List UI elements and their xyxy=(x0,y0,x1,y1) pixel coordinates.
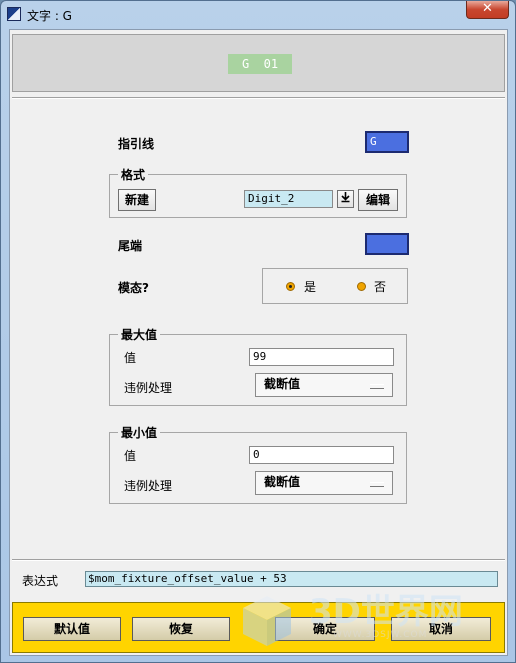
min-violation-value: 截断值 xyxy=(264,475,301,489)
divider xyxy=(12,559,505,561)
button-bar: 默认值 恢复 确定 取消 xyxy=(12,602,505,653)
max-violation-dropdown[interactable]: 截断值 xyxy=(255,373,393,397)
title-bar[interactable]: 文字 : G ✕ xyxy=(1,1,515,27)
min-violation-dropdown[interactable]: 截断值 xyxy=(255,471,393,495)
max-violation-value: 截断值 xyxy=(264,377,301,391)
banner-label: G 01 xyxy=(228,54,292,74)
new-button[interactable]: 新建 xyxy=(118,189,156,211)
app-icon xyxy=(7,7,21,21)
modal-no-radio[interactable] xyxy=(357,282,366,291)
default-button[interactable]: 默认值 xyxy=(23,617,121,641)
min-value-group: 最小值 值 0 违例处理 截断值 xyxy=(109,424,407,504)
download-icon[interactable] xyxy=(337,190,354,208)
edit-button[interactable]: 编辑 xyxy=(358,189,398,211)
modal-yes-label: 是 xyxy=(304,280,317,294)
max-value-label: 值 xyxy=(124,351,137,365)
tail-color-button[interactable] xyxy=(365,233,409,255)
expression-label: 表达式 xyxy=(22,574,59,588)
dropdown-bar-icon xyxy=(370,384,384,389)
banner: G 01 xyxy=(12,34,505,92)
leader-color-button[interactable]: G xyxy=(365,131,409,153)
modal-label: 模态? xyxy=(118,281,149,295)
dropdown-bar-icon xyxy=(370,482,384,487)
modal-yes-radio[interactable] xyxy=(286,282,295,291)
tail-label: 尾端 xyxy=(118,239,143,253)
min-value-input[interactable]: 0 xyxy=(249,446,394,464)
style-field[interactable]: Digit_2 xyxy=(244,190,333,208)
dialog-client: G 01 指引线 G 格式 新建 Digit_2 编辑 尾端 模态? 是 否 最… xyxy=(9,29,508,656)
max-violation-label: 违例处理 xyxy=(124,381,173,395)
modal-no-label: 否 xyxy=(374,280,387,294)
window-title: 文字 : G xyxy=(27,9,72,23)
max-value-group: 最大值 值 99 违例处理 截断值 xyxy=(109,326,407,406)
max-value-input[interactable]: 99 xyxy=(249,348,394,366)
expression-input[interactable]: $mom_fixture_offset_value + 53 xyxy=(85,571,498,587)
modal-radio-group: 是 否 xyxy=(262,268,408,304)
min-value-label: 值 xyxy=(124,449,137,463)
max-group-title: 最大值 xyxy=(118,326,161,343)
close-icon[interactable]: ✕ xyxy=(466,1,509,19)
cancel-button[interactable]: 取消 xyxy=(391,617,491,641)
format-group-title: 格式 xyxy=(118,166,149,183)
format-group: 格式 新建 Digit_2 编辑 xyxy=(109,166,407,218)
ok-button[interactable]: 确定 xyxy=(275,617,375,641)
dialog-window: 文字 : G ✕ G 01 指引线 G 格式 新建 Digit_2 编辑 尾端 … xyxy=(0,0,516,663)
restore-button[interactable]: 恢复 xyxy=(132,617,230,641)
min-violation-label: 违例处理 xyxy=(124,479,173,493)
min-group-title: 最小值 xyxy=(118,424,161,441)
divider xyxy=(12,97,505,99)
leader-label: 指引线 xyxy=(118,137,155,151)
